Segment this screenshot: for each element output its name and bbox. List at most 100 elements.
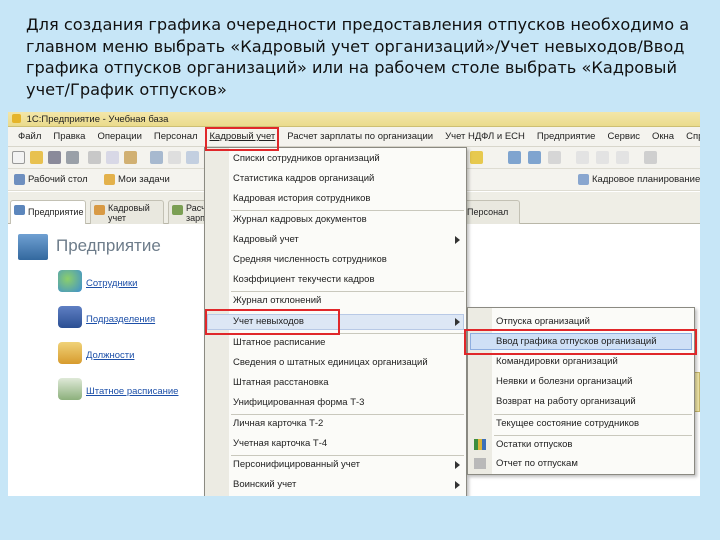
menu-item-hr-documents-journal[interactable]: Журнал кадровых документов [233, 214, 367, 225]
menu-item-form-t3[interactable]: Унифицированная форма Т-3 [233, 397, 364, 408]
submenu-arrow-icon [455, 318, 460, 326]
desktop-button[interactable]: Рабочий стол [14, 174, 88, 185]
menu-edit[interactable]: Правка [47, 131, 91, 142]
menu-personnel[interactable]: Персонал [148, 131, 204, 142]
menu-item-staff-schedule[interactable]: Штатное расписание [233, 337, 325, 348]
menu-file[interactable]: Файл [12, 131, 47, 142]
submenu-item-business-trips[interactable]: Командировки организаций [496, 356, 618, 367]
m-minus-icon[interactable] [616, 151, 629, 164]
submenu-item-absences-sickness[interactable]: Неявки и болезни организаций [496, 376, 632, 387]
link-positions[interactable]: Должности [86, 350, 134, 361]
menu-separator [231, 291, 464, 292]
submenu-arrow-icon [455, 461, 460, 469]
m-plus-icon[interactable] [596, 151, 609, 164]
app-screenshot: 1С:Предприятие - Учебная база Файл Правк… [8, 112, 700, 496]
report-icon [474, 439, 486, 450]
submenu-item-return-to-work[interactable]: Возврат на работу организаций [496, 396, 636, 407]
departments-icon [58, 306, 82, 328]
tab-enterprise-label: Предприятие [28, 207, 84, 217]
open-folder-icon[interactable] [30, 151, 43, 164]
menu-separator [231, 414, 464, 415]
menu-item-deviations-journal[interactable]: Журнал отклонений [233, 295, 321, 306]
tab-personnel-label: Персонал [467, 207, 509, 217]
copy-icon[interactable] [106, 151, 119, 164]
menu-salary[interactable]: Расчет зарплаты по организации [281, 131, 439, 142]
menu-item-hr-history[interactable]: Кадровая история сотрудников [233, 193, 370, 204]
print-icon[interactable] [66, 151, 79, 164]
hr-planning-icon [578, 174, 589, 185]
staff-schedule-icon [58, 378, 82, 400]
menu-operations[interactable]: Операции [91, 131, 147, 142]
menu-item-staff-statistics[interactable]: Статистика кадров организаций [233, 173, 374, 184]
report-icon [474, 458, 486, 469]
new-icon[interactable] [12, 151, 25, 164]
menu-item-card-t4[interactable]: Учетная карточка Т-4 [233, 438, 327, 449]
menu-separator [231, 210, 464, 211]
submenu-item-vacation-balances[interactable]: Остатки отпусков [496, 439, 572, 450]
1c-logo-icon [12, 114, 21, 123]
paste-icon[interactable] [124, 151, 137, 164]
main-menubar: Файл Правка Операции Персонал Кадровый у… [8, 127, 700, 147]
menu-item-turnover-rate[interactable]: Коэффициент текучести кадров [233, 274, 375, 285]
cut-icon[interactable] [88, 151, 101, 164]
highlight-box-uchet-nevyhodov [205, 309, 340, 335]
hr-planning-label: Кадровое планирование [592, 174, 700, 185]
hr-planning-button[interactable]: Кадровое планирование [578, 174, 700, 185]
menu-item-staff-units-info[interactable]: Сведения о штатных единицах организаций [233, 357, 428, 368]
menu-item-employee-lists[interactable]: Списки сотрудников организаций [233, 153, 380, 164]
submenu-arrow-icon [455, 236, 460, 244]
menu-ndfl[interactable]: Учет НДФЛ и ЕСН [439, 131, 531, 142]
highlight-box-kadrovyi-uchet [205, 127, 279, 151]
window-title: 1С:Предприятие - Учебная база [26, 114, 169, 125]
desktop-icon [14, 174, 25, 185]
hr-tab-icon [94, 205, 105, 215]
menu-item-personified-accounting[interactable]: Персонифицированный учет [233, 459, 360, 470]
menu-item-card-t2[interactable]: Личная карточка Т-2 [233, 418, 323, 429]
tool-icon-a[interactable] [508, 151, 521, 164]
menu-enterprise[interactable]: Предприятие [531, 131, 602, 142]
calc-icon[interactable] [186, 151, 199, 164]
menu-help[interactable]: Справка [680, 131, 700, 142]
desktop-title: Предприятие [56, 236, 161, 255]
highlight-box-vvod-grafika [464, 329, 697, 355]
my-tasks-button[interactable]: Мои задачи [104, 174, 170, 185]
menu-separator [494, 435, 692, 436]
save-icon[interactable] [48, 151, 61, 164]
link-employees[interactable]: Сотрудники [86, 278, 137, 289]
tab-hr-label: Кадровый учет [108, 203, 150, 223]
tab-enterprise[interactable]: Предприятие [10, 200, 86, 225]
link-departments[interactable]: Подразделения [86, 314, 155, 325]
menu-windows[interactable]: Окна [646, 131, 680, 142]
tab-personnel[interactable]: Персонал [460, 200, 520, 224]
find-icon[interactable] [150, 151, 163, 164]
tab-hr[interactable]: Кадровый учет [90, 200, 164, 224]
menu-item-average-headcount[interactable]: Средняя численность сотрудников [233, 254, 387, 265]
submenu-arrow-icon [455, 481, 460, 489]
enterprise-building-icon [18, 234, 48, 260]
tool-icon-c[interactable] [548, 151, 561, 164]
positions-icon [58, 342, 82, 364]
menu-item-staff-placement[interactable]: Штатная расстановка [233, 377, 329, 388]
employees-icon [58, 270, 82, 292]
enterprise-tab-icon [14, 205, 25, 215]
link-staff-schedule[interactable]: Штатное расписание [86, 386, 178, 397]
tool-icon-b[interactable] [528, 151, 541, 164]
submenu-item-vacation-report[interactable]: Отчет по отпускам [496, 458, 578, 469]
menu-item-military-registration[interactable]: Воинский учет [233, 479, 296, 490]
help-icon[interactable] [470, 151, 483, 164]
submenu-item-current-state[interactable]: Текущее состояние сотрудников [496, 418, 639, 429]
tab-salary[interactable]: Расчет зарп [168, 200, 208, 224]
submenu-item-vacations[interactable]: Отпуска организаций [496, 316, 590, 327]
salary-tab-icon [172, 205, 183, 215]
menu-service[interactable]: Сервис [601, 131, 646, 142]
menu-item-hr-accounting[interactable]: Кадровый учет [233, 234, 299, 245]
m-icon[interactable] [576, 151, 589, 164]
calendar-icon[interactable] [168, 151, 181, 164]
filter-icon[interactable] [644, 151, 657, 164]
tasks-icon [104, 174, 115, 185]
slide-caption: Для создания графика очередности предост… [26, 15, 690, 99]
window-titlebar: 1С:Предприятие - Учебная база [8, 112, 700, 127]
my-tasks-label: Мои задачи [118, 174, 170, 185]
desktop-label: Рабочий стол [28, 174, 88, 185]
menu-separator [494, 414, 692, 415]
